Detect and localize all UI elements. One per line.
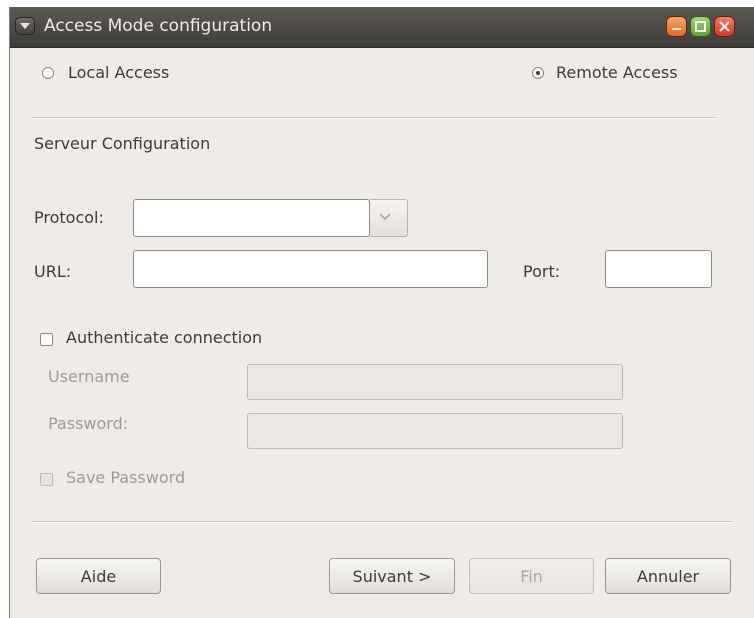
minimize-button[interactable] bbox=[666, 16, 687, 37]
chevron-down-icon bbox=[379, 213, 391, 220]
access-mode-dialog: Access Mode configuration Local Access R… bbox=[9, 7, 754, 618]
chevron-down-icon bbox=[20, 23, 30, 29]
username-input[interactable] bbox=[247, 364, 623, 400]
save-password-label[interactable]: Save Password bbox=[66, 468, 185, 487]
local-access-radio[interactable] bbox=[42, 67, 54, 79]
server-section-title: Serveur Configuration bbox=[34, 134, 211, 153]
close-button[interactable] bbox=[714, 16, 735, 37]
help-button[interactable]: Aide bbox=[36, 558, 161, 594]
next-button[interactable]: Suivant > bbox=[329, 558, 455, 594]
password-label: Password: bbox=[48, 414, 129, 433]
maximize-icon bbox=[695, 21, 706, 32]
window-menu-button[interactable] bbox=[15, 17, 35, 35]
save-password-checkbox[interactable] bbox=[40, 473, 53, 486]
authenticate-label[interactable]: Authenticate connection bbox=[66, 328, 262, 347]
remote-access-radio[interactable] bbox=[532, 67, 544, 79]
cancel-button[interactable]: Annuler bbox=[605, 558, 731, 594]
radio-selected-dot bbox=[536, 71, 540, 75]
title-bar[interactable]: Access Mode configuration bbox=[10, 7, 754, 48]
separator bbox=[32, 117, 716, 119]
protocol-dropdown-button[interactable] bbox=[370, 199, 408, 237]
remote-access-label[interactable]: Remote Access bbox=[556, 63, 678, 82]
window-title: Access Mode configuration bbox=[44, 16, 273, 36]
close-icon bbox=[719, 21, 730, 32]
port-input[interactable] bbox=[605, 250, 712, 288]
protocol-select[interactable] bbox=[133, 199, 370, 237]
finish-button[interactable]: Fin bbox=[469, 558, 594, 594]
maximize-button[interactable] bbox=[690, 16, 711, 37]
port-label: Port: bbox=[523, 262, 561, 281]
url-input[interactable] bbox=[133, 250, 488, 288]
authenticate-checkbox[interactable] bbox=[40, 333, 53, 346]
minimize-icon bbox=[672, 28, 681, 30]
username-label: Username bbox=[48, 367, 130, 386]
separator bbox=[32, 521, 732, 523]
url-label: URL: bbox=[34, 262, 72, 281]
password-input[interactable] bbox=[247, 413, 623, 449]
local-access-label[interactable]: Local Access bbox=[68, 63, 169, 82]
protocol-label: Protocol: bbox=[34, 208, 104, 227]
